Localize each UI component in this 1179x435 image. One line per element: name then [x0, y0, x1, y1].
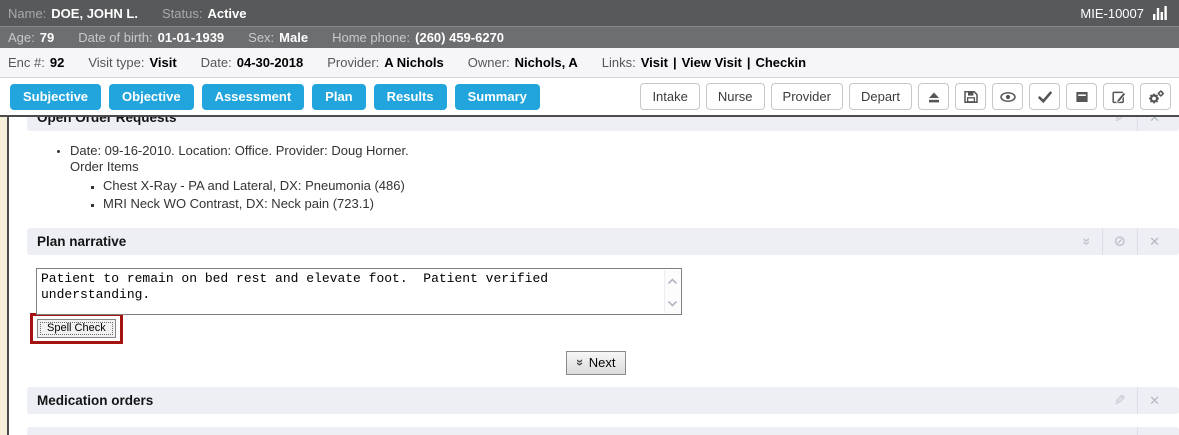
- close-x-icon[interactable]: ✕: [1137, 228, 1171, 255]
- sign-button[interactable]: [1029, 83, 1060, 110]
- tab-assessment[interactable]: Assessment: [202, 84, 305, 110]
- archive-box-icon: [1074, 89, 1090, 105]
- red-highlight-annotation: Spell Check: [30, 313, 123, 344]
- dob-value: 01-01-1939: [158, 30, 225, 45]
- encounter-bar: Enc #: 92 Visit type: Visit Date: 04-30-…: [0, 48, 1179, 78]
- double-chevron-down-icon: »: [573, 359, 588, 366]
- sex-value: Male: [279, 30, 308, 45]
- edit-pencil-icon[interactable]: ✎: [1103, 117, 1137, 131]
- enc-value: 92: [50, 55, 64, 70]
- demographics-bar: Age: 79 Date of birth: 01-01-1939 Sex: M…: [0, 26, 1179, 48]
- name-label: Name:: [8, 6, 46, 21]
- order-item: MRI Neck WO Contrast, DX: Neck pain (723…: [103, 196, 1179, 212]
- archive-button[interactable]: [1066, 83, 1097, 110]
- gears-settings-icon: [1147, 89, 1165, 105]
- encounter-content-panel: Open Order Requests ✎ ✕ Date: 09-16-2010…: [0, 115, 1179, 435]
- tab-results[interactable]: Results: [374, 84, 447, 110]
- section-title: Medication orders: [37, 393, 153, 408]
- section-header-plan-narrative[interactable]: Plan narrative » ⊘ ✕: [27, 228, 1179, 255]
- owner-label: Owner:: [468, 55, 510, 70]
- nurse-button[interactable]: Nurse: [706, 83, 765, 110]
- provider-value: A Nichols: [384, 55, 443, 70]
- textarea-scrollbar[interactable]: [664, 270, 680, 313]
- order-request-item: Date: 09-16-2010. Location: Office. Prov…: [70, 143, 1179, 212]
- sex-label: Sex:: [248, 30, 274, 45]
- next-button-label: Next: [589, 355, 616, 370]
- intake-button[interactable]: Intake: [640, 83, 699, 110]
- open-orders-list: Date: 09-16-2010. Location: Office. Prov…: [13, 131, 1179, 228]
- patient-name-bar: Name: DOE, JOHN L. Status: Active MIE-10…: [0, 0, 1179, 26]
- age-value: 79: [40, 30, 54, 45]
- edit-pencil-icon[interactable]: ✎: [1103, 387, 1137, 414]
- collapse-double-chevron-icon[interactable]: »: [1072, 228, 1102, 255]
- spell-check-button[interactable]: Spell Check: [37, 319, 116, 338]
- encounter-links: Links: Visit | View Visit | Checkin: [602, 55, 806, 70]
- dob-label: Date of birth:: [78, 30, 152, 45]
- section-title: Open Order Requests: [37, 117, 177, 125]
- status-value: Active: [207, 6, 246, 21]
- edit-pencil-square-icon: [1111, 89, 1127, 105]
- preview-button[interactable]: [992, 83, 1023, 110]
- section-header-visit-orders[interactable]: Visit orders ✎ ✕: [27, 427, 1179, 435]
- next-row: » Next: [13, 351, 1179, 375]
- link-checkin[interactable]: Checkin: [755, 55, 806, 70]
- toolbar-right-group: Intake Nurse Provider Depart: [640, 83, 1171, 110]
- compose-button[interactable]: [1103, 83, 1134, 110]
- provider-button[interactable]: Provider: [771, 83, 843, 110]
- visit-date-label: Date:: [201, 55, 232, 70]
- eject-button[interactable]: [918, 83, 949, 110]
- link-view-visit[interactable]: View Visit: [682, 55, 742, 70]
- section-header-open-order-requests[interactable]: Open Order Requests ✎ ✕: [27, 117, 1179, 131]
- close-x-icon[interactable]: ✕: [1137, 387, 1171, 414]
- tab-plan[interactable]: Plan: [312, 84, 365, 110]
- patient-status-pair: Status: Active: [162, 6, 247, 21]
- tab-objective[interactable]: Objective: [109, 84, 194, 110]
- bar-chart-icon[interactable]: [1152, 5, 1169, 21]
- visit-type-label: Visit type:: [88, 55, 144, 70]
- system-id: MIE-10007: [1080, 6, 1144, 21]
- plan-narrative-field-wrap: Patient to remain on bed rest and elevat…: [36, 268, 682, 315]
- tab-summary[interactable]: Summary: [455, 84, 540, 110]
- home-phone-label: Home phone:: [332, 30, 410, 45]
- plan-narrative-textarea[interactable]: Patient to remain on bed rest and elevat…: [37, 269, 681, 314]
- link-visit[interactable]: Visit: [641, 55, 668, 70]
- age-label: Age:: [8, 30, 35, 45]
- page-margin-strip: [0, 117, 9, 435]
- eye-icon: [999, 89, 1017, 105]
- close-x-icon[interactable]: ✕: [1137, 117, 1171, 131]
- patient-name-value: DOE, JOHN L.: [51, 6, 138, 21]
- scroll-up-icon[interactable]: [667, 273, 678, 288]
- patient-name-pair: Name: DOE, JOHN L.: [8, 6, 138, 21]
- save-button[interactable]: [955, 83, 986, 110]
- provider-label: Provider:: [327, 55, 379, 70]
- checkmark-icon: [1037, 89, 1053, 105]
- order-item: Chest X-Ray - PA and Lateral, DX: Pneumo…: [103, 178, 1179, 194]
- settings-button[interactable]: [1140, 83, 1171, 110]
- chart-toolbar: Subjective Objective Assessment Plan Res…: [0, 78, 1179, 115]
- status-label: Status:: [162, 6, 202, 21]
- floppy-save-icon: [963, 89, 979, 105]
- next-button[interactable]: » Next: [566, 351, 627, 375]
- links-label: Links:: [602, 55, 636, 70]
- owner-value: Nichols, A: [515, 55, 578, 70]
- order-summary: Date: 09-16-2010. Location: Office. Prov…: [70, 143, 1179, 159]
- section-title: Plan narrative: [37, 234, 126, 249]
- close-x-icon[interactable]: ✕: [1137, 427, 1171, 435]
- tab-subjective[interactable]: Subjective: [10, 84, 101, 110]
- edit-pencil-icon[interactable]: ✎: [1103, 427, 1137, 435]
- section-header-medication-orders[interactable]: Medication orders ✎ ✕: [27, 387, 1179, 414]
- enc-label: Enc #:: [8, 55, 45, 70]
- visit-type-value: Visit: [149, 55, 176, 70]
- visit-date-value: 04-30-2018: [237, 55, 304, 70]
- depart-button[interactable]: Depart: [849, 83, 912, 110]
- eject-icon: [926, 89, 942, 105]
- scroll-down-icon[interactable]: [667, 295, 678, 310]
- order-items-label: Order Items: [70, 159, 1179, 175]
- home-phone-value: (260) 459-6270: [415, 30, 504, 45]
- block-icon[interactable]: ⊘: [1102, 228, 1138, 255]
- spell-check-row: Spell Check: [30, 313, 1179, 344]
